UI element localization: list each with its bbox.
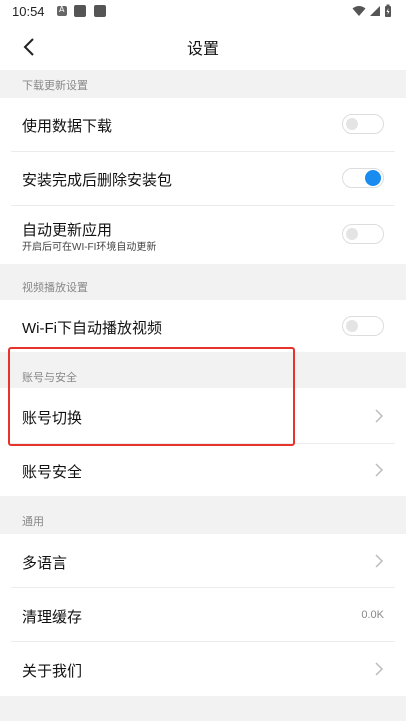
- status-bar: 10:54: [0, 0, 406, 24]
- chevron-right-icon: [375, 463, 384, 477]
- page-title: 设置: [186, 41, 219, 58]
- toggle-use-data-download[interactable]: [342, 114, 384, 134]
- setting-row-delete-package[interactable]: 安装完成后删除安装包: [0, 152, 406, 206]
- setting-label: 账号切换: [22, 410, 83, 427]
- toggle-wifi-autoplay[interactable]: [342, 316, 384, 336]
- section-header-label: 视频播放设置: [22, 282, 88, 294]
- toggle-auto-update[interactable]: [342, 224, 384, 244]
- section-header-account: 账号与安全: [0, 352, 406, 388]
- status-indicators: [352, 4, 392, 18]
- setting-row-about-us[interactable]: 关于我们: [0, 642, 406, 696]
- setting-label: 清理缓存: [22, 609, 83, 626]
- battery-charging-icon: [385, 4, 391, 17]
- section-header-download: 下载更新设置: [0, 70, 406, 98]
- setting-row-account-security[interactable]: 账号安全: [0, 444, 406, 496]
- chevron-right-icon: [375, 662, 384, 676]
- toggle-knob: [346, 118, 358, 130]
- notification-a-icon: [57, 5, 67, 16]
- toggle-knob: [365, 170, 381, 186]
- section-header-label: 账号与安全: [22, 372, 77, 384]
- setting-label: 安装完成后删除安装包: [22, 172, 173, 189]
- toggle-knob: [346, 320, 358, 332]
- setting-label: 关于我们: [22, 663, 83, 680]
- setting-label: Wi-Fi下自动播放视频: [22, 320, 162, 337]
- notification-app-icon: [94, 5, 106, 17]
- cellular-signal-icon: [370, 6, 380, 16]
- setting-subtitle: 开启后可在WI-FI环境自动更新: [22, 242, 157, 253]
- toggle-knob: [346, 228, 358, 240]
- cache-size-value: 0.0K: [361, 609, 384, 621]
- setting-row-clear-cache[interactable]: 清理缓存 0.0K: [0, 588, 406, 642]
- toggle-delete-package[interactable]: [342, 168, 384, 188]
- section-header-general: 通用: [0, 496, 406, 534]
- setting-label: 账号安全: [22, 464, 83, 481]
- chevron-right-icon: [375, 409, 384, 423]
- setting-label: 自动更新应用: [22, 222, 113, 239]
- status-time: 10:54: [12, 4, 45, 19]
- section-header-label: 下载更新设置: [22, 80, 88, 92]
- notification-app-icon: [74, 5, 86, 17]
- section-header-label: 通用: [22, 516, 44, 528]
- setting-row-use-data-download[interactable]: 使用数据下载: [0, 98, 406, 152]
- setting-row-language[interactable]: 多语言: [0, 534, 406, 588]
- setting-label: 使用数据下载: [22, 118, 113, 135]
- setting-row-wifi-autoplay[interactable]: Wi-Fi下自动播放视频: [0, 300, 406, 352]
- section-header-video: 视频播放设置: [0, 264, 406, 300]
- nav-bar: 设置: [0, 24, 406, 70]
- setting-row-auto-update[interactable]: 自动更新应用 开启后可在WI-FI环境自动更新: [0, 206, 406, 264]
- setting-label: 多语言: [22, 555, 68, 572]
- setting-row-switch-account[interactable]: 账号切换: [0, 388, 406, 444]
- wifi-icon: [352, 6, 366, 16]
- chevron-right-icon: [375, 554, 384, 568]
